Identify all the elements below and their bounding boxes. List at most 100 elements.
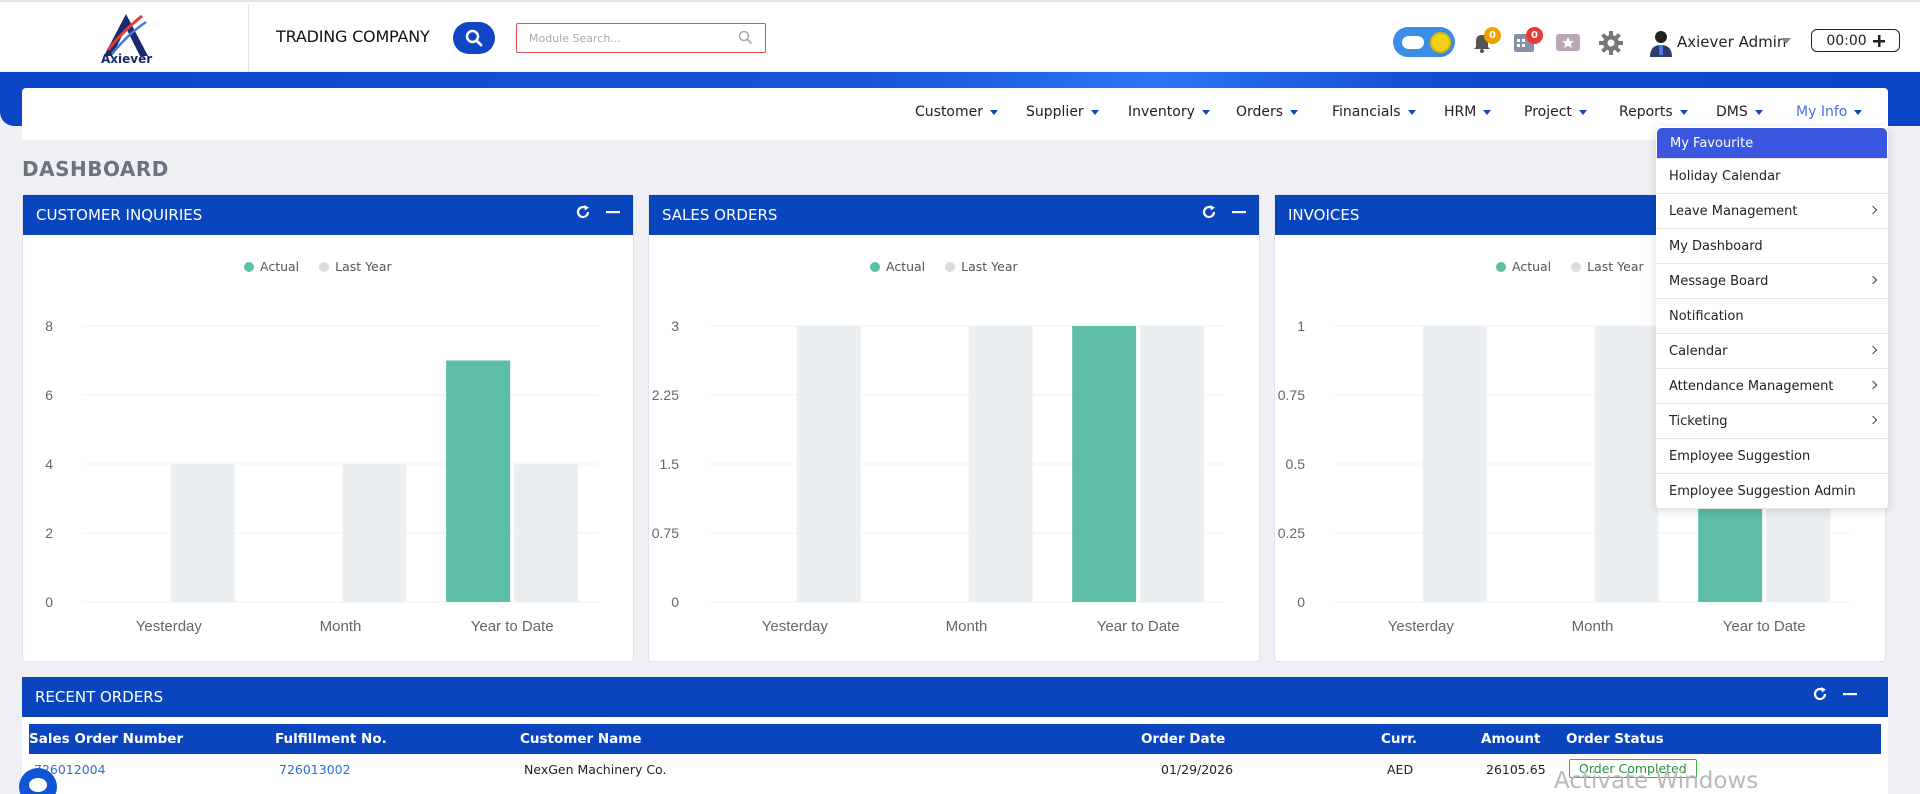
bar-chart: 0 0.75 1.5 2.25 3 Yesterday Month Year to Date <box>652 318 1224 635</box>
menu-item-employee-suggestion[interactable]: Employee Suggestion <box>1656 439 1888 474</box>
nav-item-label: Financials <box>1332 104 1401 120</box>
bar-chart: 0 2 4 6 8 Yesterday Month Year to Date <box>45 318 598 635</box>
column-header[interactable]: Order Date <box>1141 731 1225 747</box>
page-title: DASHBOARD <box>22 157 169 181</box>
chevron-right-icon <box>1868 205 1878 215</box>
column-header[interactable]: Customer Name <box>520 731 642 747</box>
nav-item-supplier[interactable]: Supplier <box>1026 104 1099 120</box>
chevron-right-icon <box>1868 415 1878 425</box>
bar-last-year-yesterday[interactable] <box>1422 326 1487 602</box>
menu-item-calendar[interactable]: Calendar <box>1656 334 1888 369</box>
bar-last-year-year-to-date[interactable] <box>1140 326 1205 602</box>
logo-text: Axiever <box>101 52 153 66</box>
nav-item-my-info[interactable]: My Info <box>1796 104 1863 120</box>
menu-item-message-board[interactable]: Message Board <box>1656 264 1888 299</box>
nav-item-label: Orders <box>1236 104 1284 120</box>
user-menu-caret-icon[interactable] <box>1781 38 1791 44</box>
nav-item-orders[interactable]: Orders <box>1236 104 1299 120</box>
refresh-icon[interactable] <box>1201 204 1217 220</box>
menu-item-label: Employee Suggestion Admin <box>1669 483 1856 499</box>
gear-icon <box>1599 31 1623 55</box>
avatar[interactable] <box>1648 29 1674 57</box>
settings-button[interactable] <box>1598 30 1623 55</box>
orders-table-header: Sales Order Number Fulfillment No. Custome… <box>29 724 1881 754</box>
nav-item-project[interactable]: Project <box>1524 104 1587 120</box>
column-header[interactable]: Amount <box>1481 731 1540 747</box>
bar-last-year-month[interactable] <box>342 464 407 602</box>
y-tick-label: 0.75 <box>1278 387 1305 403</box>
nav-item-label: DMS <box>1716 104 1748 120</box>
cloud-icon <box>1402 36 1424 49</box>
timer-value: 00:00 <box>1826 32 1867 49</box>
caret-down-icon <box>1290 109 1299 115</box>
menu-item-label: Calendar <box>1669 343 1728 359</box>
menu-item-leave-management[interactable]: Leave Management <box>1656 194 1888 229</box>
module-search-input[interactable] <box>516 23 766 53</box>
minimize-icon[interactable] <box>1842 686 1858 702</box>
notification-button[interactable]: 0 <box>1470 27 1501 54</box>
notification-badge: 0 <box>1484 27 1501 44</box>
menu-item-notification[interactable]: Notification <box>1656 299 1888 334</box>
bar-last-year-month[interactable] <box>1594 326 1659 602</box>
timer-button[interactable]: 00:00 <box>1811 29 1900 52</box>
panel-title: SALES ORDERS <box>662 206 778 224</box>
theme-toggle[interactable] <box>1393 27 1455 57</box>
nav-item-hrm[interactable]: HRM <box>1444 104 1492 120</box>
bar-actual-year-to-date[interactable] <box>1072 326 1137 602</box>
minimize-icon[interactable] <box>605 204 621 220</box>
refresh-icon[interactable] <box>575 204 591 220</box>
column-header[interactable]: Order Status <box>1566 731 1664 747</box>
global-search-button[interactable] <box>453 22 495 54</box>
menu-item-label: My Dashboard <box>1669 238 1763 254</box>
caret-down-icon <box>1090 109 1099 115</box>
header-divider <box>248 4 249 72</box>
y-tick-label: 2.25 <box>652 387 679 403</box>
refresh-icon[interactable] <box>1812 686 1828 702</box>
tasks-badge: 0 <box>1526 27 1543 44</box>
bar-actual-year-to-date[interactable] <box>446 360 511 603</box>
minimize-icon[interactable] <box>1231 204 1247 220</box>
nav-item-customer[interactable]: Customer <box>915 104 999 120</box>
company-name: TRADING COMPANY <box>276 27 430 46</box>
menu-item-attendance-management[interactable]: Attendance Management <box>1656 369 1888 404</box>
chart-panel-sales-orders: SALES ORDERS Actual Last Year 0 0.75 1.5 2.25 3… <box>648 194 1260 662</box>
menu-item-my-dashboard[interactable]: My Dashboard <box>1656 229 1888 264</box>
caret-down-icon <box>1483 109 1492 115</box>
chevron-right-icon <box>1868 275 1878 285</box>
caret-down-icon <box>990 109 999 115</box>
bar-last-year-yesterday[interactable] <box>796 326 861 602</box>
menu-item-label: Message Board <box>1669 273 1769 289</box>
recent-orders-title: RECENT ORDERS <box>35 688 164 706</box>
column-header[interactable]: Sales Order Number <box>29 731 183 747</box>
y-tick-label: 1.5 <box>660 456 680 472</box>
column-header[interactable]: Fulfillment No. <box>275 731 387 747</box>
tasks-button[interactable]: 0 <box>1512 27 1543 54</box>
nav-item-label: My Info <box>1796 104 1848 120</box>
favourites-button[interactable] <box>1555 30 1580 54</box>
menu-item-holiday-calendar[interactable]: Holiday Calendar <box>1656 159 1888 194</box>
menu-item-employee-suggestion-admin[interactable]: Employee Suggestion Admin <box>1656 474 1888 509</box>
chevron-right-icon <box>1868 345 1878 355</box>
user-name[interactable]: Axiever Admin <box>1677 33 1786 51</box>
x-tick-label: Month <box>1572 618 1614 635</box>
nav-item-financials[interactable]: Financials <box>1332 104 1416 120</box>
y-tick-label: 0 <box>45 594 53 610</box>
nav-item-label: Supplier <box>1026 104 1084 120</box>
menu-item-my-favourite[interactable]: My Favourite <box>1657 128 1887 159</box>
bar-last-year-year-to-date[interactable] <box>514 464 579 602</box>
sun-icon <box>1430 32 1451 53</box>
nav-item-dms[interactable]: DMS <box>1716 104 1763 120</box>
caret-down-icon <box>1754 109 1763 115</box>
chat-icon <box>29 778 47 792</box>
cell-date: 01/29/2026 <box>1161 762 1234 777</box>
star-ticket-icon <box>1556 34 1580 51</box>
menu-item-ticketing[interactable]: Ticketing <box>1656 404 1888 439</box>
cell-ff[interactable]: 726013002 <box>279 762 351 777</box>
nav-item-reports[interactable]: Reports <box>1619 104 1688 120</box>
bar-last-year-yesterday[interactable] <box>170 464 235 602</box>
chat-button[interactable] <box>19 768 57 794</box>
column-header[interactable]: Curr. <box>1381 731 1417 747</box>
bar-last-year-month[interactable] <box>968 326 1033 602</box>
nav-item-inventory[interactable]: Inventory <box>1128 104 1210 120</box>
y-tick-label: 6 <box>45 387 53 403</box>
